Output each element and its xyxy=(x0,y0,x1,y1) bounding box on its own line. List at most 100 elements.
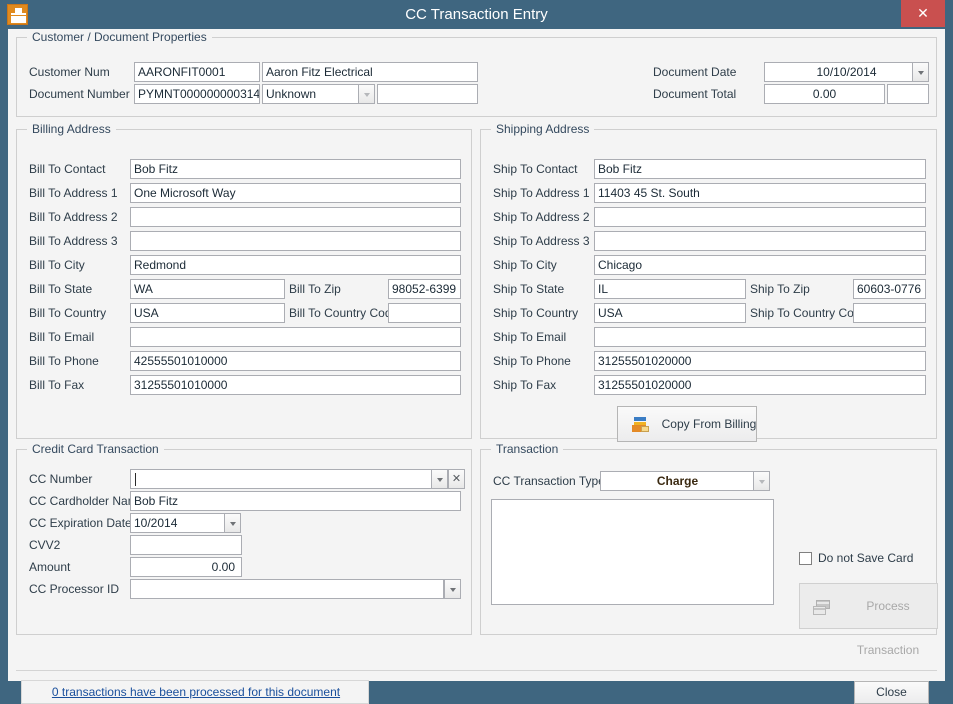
bill-to-country-field[interactable]: USA xyxy=(130,303,285,323)
customer-name-field[interactable]: Aaron Fitz Electrical xyxy=(262,62,478,82)
ship-to-address-2-label: Ship To Address 2 xyxy=(493,210,590,224)
document-date-chevron-down-icon[interactable] xyxy=(912,62,929,82)
ship-to-address-1-label: Ship To Address 1 xyxy=(493,186,590,200)
document-extra-field[interactable] xyxy=(377,84,478,104)
transaction-response-memo[interactable] xyxy=(491,499,774,605)
bill-to-fax-label: Bill To Fax xyxy=(29,378,85,392)
ship-to-city-field[interactable]: Chicago xyxy=(594,255,926,275)
document-total-field[interactable]: 0.00 xyxy=(764,84,885,104)
copy-from-billing-label: Copy From Billing xyxy=(661,417,757,431)
billing-address-legend: Billing Address xyxy=(27,122,116,136)
bill-to-phone-field[interactable]: 42555501010000 xyxy=(130,351,461,371)
ship-to-country-code-field[interactable] xyxy=(853,303,926,323)
bill-to-fax-field[interactable]: 31255501010000 xyxy=(130,375,461,395)
cc-number-clear-icon[interactable]: ✕ xyxy=(448,469,465,489)
cc-expiration-date-label: CC Expiration Date xyxy=(29,516,132,530)
bill-to-contact-field[interactable]: Bob Fitz xyxy=(130,159,461,179)
client-area: Customer / Document Properties Customer … xyxy=(8,29,945,704)
bill-to-zip-field[interactable]: 98052-6399 xyxy=(388,279,461,299)
copy-from-billing-button[interactable]: Copy From Billing xyxy=(617,406,757,442)
bill-to-address-1-field[interactable]: One Microsoft Way xyxy=(130,183,461,203)
ship-to-contact-label: Ship To Contact xyxy=(493,162,578,176)
bill-to-zip-label: Bill To Zip xyxy=(289,282,341,296)
ship-to-state-label: Ship To State xyxy=(493,282,565,296)
ship-to-email-label: Ship To Email xyxy=(493,330,567,344)
cvv2-label: CVV2 xyxy=(29,538,61,552)
cc-expiration-date-field[interactable]: 10/2014 xyxy=(130,513,226,533)
document-date-field[interactable]: 10/10/2014 xyxy=(764,62,929,82)
ship-to-city-label: Ship To City xyxy=(493,258,557,272)
process-transaction-button[interactable]: Process Transaction xyxy=(799,583,938,657)
ship-to-state-field[interactable]: IL xyxy=(594,279,746,299)
cc-processor-chevron-down-icon[interactable] xyxy=(444,579,461,599)
bill-to-country-code-label: Bill To Country Code xyxy=(289,306,399,320)
document-total-extra-field[interactable] xyxy=(887,84,929,104)
bill-to-phone-label: Bill To Phone xyxy=(29,354,99,368)
ship-to-fax-field[interactable]: 31255501020000 xyxy=(594,375,926,395)
close-icon[interactable]: ✕ xyxy=(901,0,945,27)
bill-to-email-field[interactable] xyxy=(130,327,461,347)
ship-to-contact-field[interactable]: Bob Fitz xyxy=(594,159,926,179)
text-caret xyxy=(135,473,136,486)
bill-to-city-field[interactable]: Redmond xyxy=(130,255,461,275)
document-type-chevron-down-icon[interactable] xyxy=(358,84,375,104)
cc-processor-id-label: CC Processor ID xyxy=(29,582,120,596)
do-not-save-card-checkbox[interactable] xyxy=(799,552,812,565)
ship-to-email-field[interactable] xyxy=(594,327,926,347)
transactions-processed-link-box[interactable]: 0 transactions have been processed for t… xyxy=(21,680,369,704)
shipping-address-group: Shipping Address Ship To Contact Bob Fit… xyxy=(480,122,937,442)
customer-document-properties-legend: Customer / Document Properties xyxy=(27,30,212,44)
close-button[interactable]: Close xyxy=(854,681,929,704)
cc-cardholder-name-label: CC Cardholder Name xyxy=(29,494,145,508)
billing-address-group: Billing Address Bill To Contact Bob Fitz… xyxy=(16,122,472,439)
transaction-legend: Transaction xyxy=(491,442,564,456)
bill-to-address-2-label: Bill To Address 2 xyxy=(29,210,118,224)
ship-to-phone-field[interactable]: 31255501020000 xyxy=(594,351,926,371)
amount-field[interactable]: 0.00 xyxy=(130,557,242,577)
document-number-field[interactable]: PYMNT000000000314 xyxy=(134,84,260,104)
ship-to-address-3-field[interactable] xyxy=(594,231,926,251)
bill-to-address-3-field[interactable] xyxy=(130,231,461,251)
ship-to-country-field[interactable]: USA xyxy=(594,303,746,323)
bill-to-country-code-field[interactable] xyxy=(388,303,461,323)
do-not-save-card-label: Do not Save Card xyxy=(818,551,914,565)
ship-to-address-1-field[interactable]: 11403 45 St. South xyxy=(594,183,926,203)
document-date-label: Document Date xyxy=(653,65,737,79)
bill-to-address-3-label: Bill To Address 3 xyxy=(29,234,118,248)
cc-cardholder-name-field[interactable]: Bob Fitz xyxy=(130,491,461,511)
ship-to-country-label: Ship To Country xyxy=(493,306,579,320)
cc-number-label: CC Number xyxy=(29,472,93,486)
cc-transaction-entry-window: CC Transaction Entry ✕ Customer / Docume… xyxy=(0,0,953,704)
customer-num-field[interactable]: AARONFIT0001 xyxy=(134,62,260,82)
ship-to-address-2-field[interactable] xyxy=(594,207,926,227)
cc-number-field[interactable] xyxy=(130,469,433,489)
bill-to-address-2-field[interactable] xyxy=(130,207,461,227)
ship-to-zip-label: Ship To Zip xyxy=(750,282,810,296)
amount-label: Amount xyxy=(29,560,71,574)
cc-number-chevron-down-icon[interactable] xyxy=(431,469,448,489)
cc-transaction-type-chevron-down-icon[interactable] xyxy=(753,471,770,491)
ship-to-country-code-label: Ship To Country Code xyxy=(750,306,868,320)
customer-num-label: Customer Num xyxy=(29,65,110,79)
document-number-label: Document Number xyxy=(29,87,130,101)
cc-expiration-chevron-down-icon[interactable] xyxy=(224,513,241,533)
copy-from-billing-icon xyxy=(632,417,649,433)
footer-divider xyxy=(16,670,937,671)
cc-transaction-type-field[interactable]: Charge xyxy=(600,471,755,491)
cvv2-field[interactable] xyxy=(130,535,242,555)
bill-to-city-label: Bill To City xyxy=(29,258,85,272)
window-title: CC Transaction Entry xyxy=(405,6,548,23)
ship-to-address-3-label: Ship To Address 3 xyxy=(493,234,590,248)
transactions-processed-link[interactable]: 0 transactions have been processed for t… xyxy=(22,681,370,703)
ship-to-phone-label: Ship To Phone xyxy=(493,354,571,368)
ship-to-zip-field[interactable]: 60603-0776 xyxy=(853,279,926,299)
bill-to-contact-label: Bill To Contact xyxy=(29,162,106,176)
customer-document-properties-group: Customer / Document Properties Customer … xyxy=(16,30,937,117)
process-transaction-icon xyxy=(813,600,831,615)
shipping-address-legend: Shipping Address xyxy=(491,122,595,136)
cc-processor-id-field[interactable] xyxy=(130,579,444,599)
bill-to-state-field[interactable]: WA xyxy=(130,279,285,299)
credit-card-transaction-legend: Credit Card Transaction xyxy=(27,442,164,456)
process-transaction-label: Process Transaction xyxy=(856,599,920,657)
bill-to-country-label: Bill To Country xyxy=(29,306,107,320)
